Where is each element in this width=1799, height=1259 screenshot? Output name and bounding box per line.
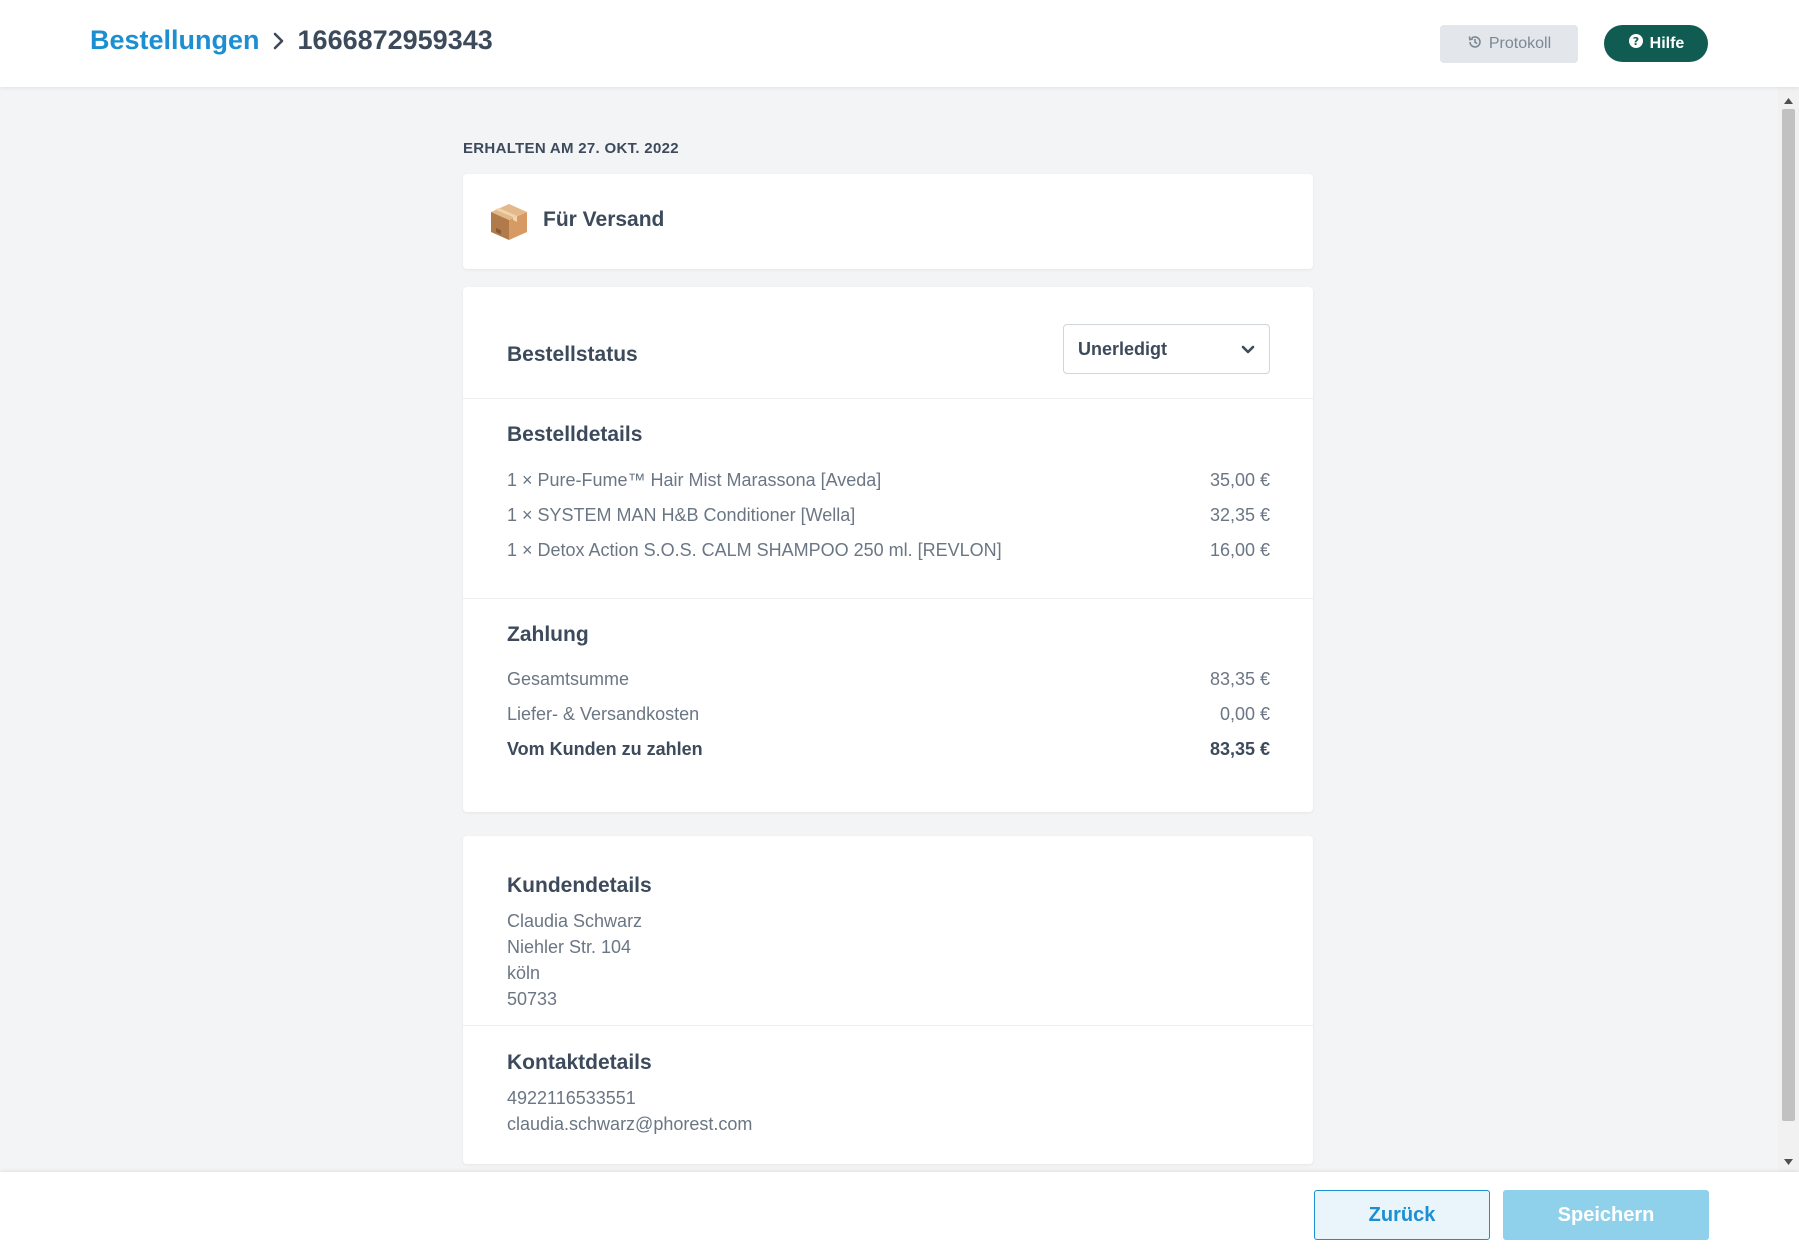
- payment-row-amount-due: Vom Kunden zu zahlen 83,35 €: [507, 739, 1270, 760]
- customer-card: Kundendetails Claudia Schwarz Niehler St…: [463, 836, 1313, 1164]
- hilfe-button[interactable]: ? Hilfe: [1604, 25, 1708, 62]
- payment-label: Gesamtsumme: [507, 669, 630, 689]
- breadcrumb-orders-link[interactable]: Bestellungen: [90, 25, 260, 56]
- order-item-price: 16,00 €: [1209, 540, 1270, 560]
- svg-text:?: ?: [1632, 35, 1638, 48]
- order-item-label: 1 × Pure-Fume™ Hair Mist Marassona [Aved…: [507, 470, 882, 490]
- history-icon: [1467, 34, 1483, 55]
- received-date-label: ERHALTEN AM 27. OKT. 2022: [463, 140, 679, 157]
- customer-zip: 50733: [507, 989, 558, 1009]
- divider: [463, 1025, 1313, 1026]
- order-item-row: 1 × Detox Action S.O.S. CALM SHAMPOO 250…: [507, 540, 1270, 561]
- page-scrollbar[interactable]: [1778, 87, 1799, 1172]
- customer-details-title: Kundendetails: [507, 874, 652, 897]
- protokoll-button[interactable]: Protokoll: [1440, 25, 1578, 63]
- order-item-price: 35,00 €: [1209, 470, 1270, 490]
- order-status-title: Bestellstatus: [507, 343, 638, 366]
- scroll-down-arrow-icon[interactable]: [1778, 1152, 1799, 1172]
- delivery-type-label: Für Versand: [543, 208, 665, 231]
- back-button[interactable]: Zurück: [1314, 1190, 1490, 1240]
- customer-city: köln: [507, 963, 541, 983]
- customer-name: Claudia Schwarz: [507, 911, 643, 931]
- divider: [463, 598, 1313, 599]
- chevron-down-icon: [1241, 339, 1255, 360]
- customer-phone: 4922116533551: [507, 1088, 636, 1108]
- contact-details-title: Kontaktdetails: [507, 1051, 652, 1074]
- order-status-value: Unerledigt: [1078, 338, 1168, 359]
- customer-street: Niehler Str. 104: [507, 937, 632, 957]
- divider: [463, 398, 1313, 399]
- protokoll-label: Protokoll: [1488, 35, 1552, 52]
- top-bar: Bestellungen 1666872959343 Protokoll ? H…: [0, 0, 1799, 87]
- scroll-up-arrow-icon[interactable]: [1778, 91, 1799, 111]
- payment-title: Zahlung: [507, 623, 589, 646]
- payment-row-shipping: Liefer- & Versandkosten 0,00 €: [507, 704, 1270, 725]
- payment-label: Liefer- & Versandkosten: [507, 704, 700, 724]
- payment-value: 83,35 €: [1209, 739, 1270, 759]
- order-item-row: 1 × SYSTEM MAN H&B Conditioner [Wella] 3…: [507, 505, 1270, 526]
- hilfe-label: Hilfe: [1649, 34, 1685, 52]
- payment-value: 83,35 €: [1209, 669, 1270, 689]
- order-card: Bestellstatus Unerledigt Bestelldetails …: [463, 287, 1313, 812]
- scrollbar-thumb[interactable]: [1782, 109, 1795, 1121]
- question-circle-icon: ?: [1628, 33, 1644, 54]
- breadcrumb: Bestellungen 1666872959343: [90, 25, 493, 56]
- chevron-right-icon: [272, 31, 286, 51]
- package-box-icon: [487, 200, 531, 244]
- order-item-label: 1 × SYSTEM MAN H&B Conditioner [Wella]: [507, 505, 856, 525]
- payment-row-total: Gesamtsumme 83,35 €: [507, 669, 1270, 690]
- order-status-select[interactable]: Unerledigt: [1063, 324, 1270, 374]
- page-title: 1666872959343: [297, 25, 493, 55]
- customer-email: claudia.schwarz@phorest.com: [507, 1114, 753, 1134]
- delivery-type-card: Für Versand: [463, 174, 1313, 269]
- payment-value: 0,00 €: [1219, 704, 1270, 724]
- order-details-title: Bestelldetails: [507, 423, 643, 446]
- footer-bar: Zurück Speichern: [0, 1172, 1799, 1259]
- order-item-row: 1 × Pure-Fume™ Hair Mist Marassona [Aved…: [507, 470, 1270, 491]
- payment-label: Vom Kunden zu zahlen: [507, 739, 703, 759]
- order-item-price: 32,35 €: [1209, 505, 1270, 525]
- save-button[interactable]: Speichern: [1503, 1190, 1709, 1240]
- order-item-label: 1 × Detox Action S.O.S. CALM SHAMPOO 250…: [507, 540, 1002, 560]
